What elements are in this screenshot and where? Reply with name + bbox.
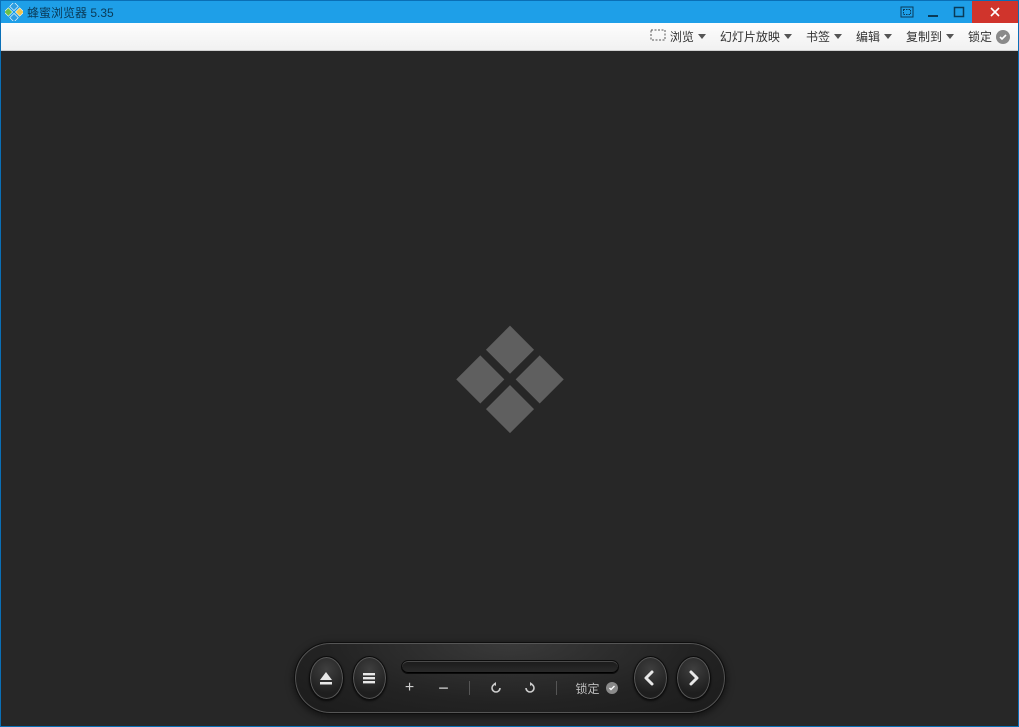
minimize-button[interactable]: [920, 1, 946, 23]
rotate-ccw-button[interactable]: [488, 680, 504, 696]
lock-toggle-bottom[interactable]: 锁定: [575, 680, 617, 697]
lock-label-bottom: 锁定: [575, 680, 599, 697]
list-button[interactable]: [352, 656, 387, 700]
center-controls: + − 锁定: [401, 660, 619, 697]
fullscreen-button[interactable]: [894, 1, 920, 23]
check-icon: [996, 30, 1010, 44]
divider: [469, 681, 470, 695]
chevron-down-icon: [784, 34, 792, 39]
app-window: 蜂蜜浏览器 5.35 浏览 幻灯片放映: [0, 0, 1019, 727]
edit-menu[interactable]: 编辑: [856, 28, 892, 45]
check-icon: [606, 682, 618, 694]
copyto-label: 复制到: [906, 28, 942, 45]
browse-label: 浏览: [670, 28, 694, 45]
zoom-in-button[interactable]: +: [401, 680, 417, 696]
app-title: 蜂蜜浏览器 5.35: [27, 4, 114, 21]
lock-toggle[interactable]: 锁定: [968, 28, 1010, 45]
toolbar: 浏览 幻灯片放映 书签 编辑 复制到 锁定: [1, 23, 1018, 51]
titlebar: 蜂蜜浏览器 5.35: [1, 1, 1018, 23]
bookmark-menu[interactable]: 书签: [806, 28, 842, 45]
browse-menu[interactable]: 浏览: [650, 28, 706, 45]
image-viewer[interactable]: + − 锁定: [1, 51, 1018, 726]
control-bar: + − 锁定: [294, 642, 726, 714]
edit-label: 编辑: [856, 28, 880, 45]
small-controls: + − 锁定: [401, 680, 617, 697]
slideshow-label: 幻灯片放映: [720, 28, 780, 45]
chevron-down-icon: [834, 34, 842, 39]
chevron-down-icon: [884, 34, 892, 39]
zoom-out-button[interactable]: −: [435, 680, 451, 696]
prev-button[interactable]: [633, 656, 668, 700]
lock-label: 锁定: [968, 28, 992, 45]
position-slider[interactable]: [401, 660, 619, 674]
bookmark-label: 书签: [806, 28, 830, 45]
copyto-menu[interactable]: 复制到: [906, 28, 954, 45]
selection-icon: [650, 29, 666, 44]
close-button[interactable]: [972, 1, 1018, 23]
rotate-cw-button[interactable]: [522, 680, 538, 696]
eject-button[interactable]: [309, 656, 344, 700]
chevron-down-icon: [946, 34, 954, 39]
divider: [556, 681, 557, 695]
chevron-down-icon: [698, 34, 706, 39]
app-icon: [5, 3, 23, 21]
slideshow-menu[interactable]: 幻灯片放映: [720, 28, 792, 45]
maximize-button[interactable]: [946, 1, 972, 23]
placeholder-logo: [450, 319, 570, 439]
next-button[interactable]: [676, 656, 711, 700]
